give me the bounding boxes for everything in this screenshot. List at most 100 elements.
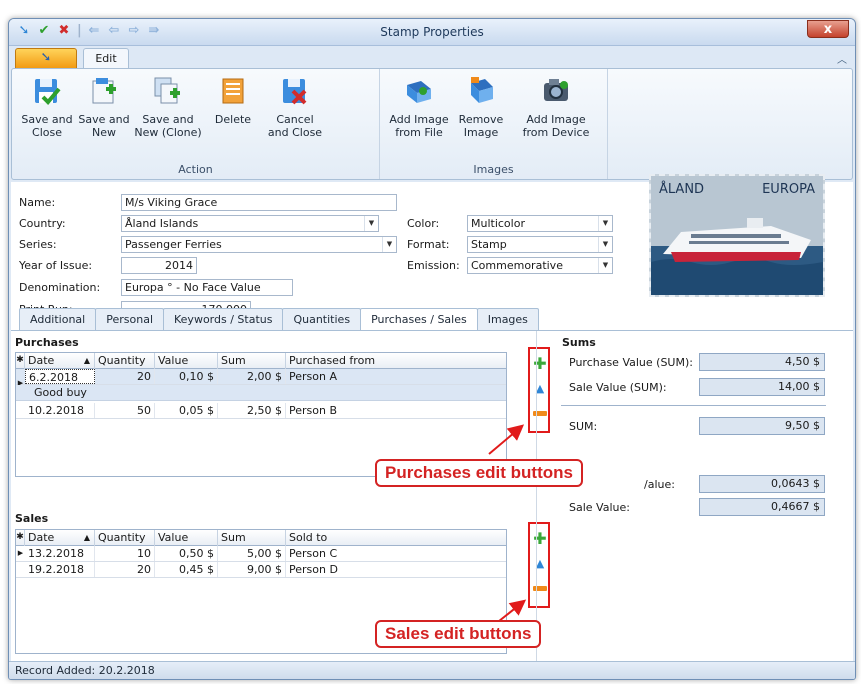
- color-label: Color:: [407, 217, 440, 230]
- sort-ascending-icon: ▲: [83, 356, 90, 365]
- save-and-close-button[interactable]: Save and Close: [20, 75, 74, 139]
- add-image-file-label-2: from File: [395, 126, 443, 139]
- tab-keywords-status[interactable]: Keywords / Status: [163, 308, 284, 330]
- purchase-note-row[interactable]: Good buy: [16, 385, 506, 401]
- average-purchase-value-label: /alue:: [644, 478, 675, 491]
- cancel-and-close-button[interactable]: Cancel and Close: [262, 75, 328, 139]
- sums-separator: [536, 331, 537, 665]
- add-image-from-file-button[interactable]: Add Image from File: [388, 75, 450, 139]
- purchases-sales-panel: Purchases ✱ Date ▲ Quantity Value Sum Pur…: [11, 330, 853, 665]
- table-row[interactable]: 19.2.2018 20 0,45 $ 9,00 $ Person D: [16, 562, 506, 578]
- sums-divider: [561, 405, 826, 406]
- chevron-down-icon[interactable]: ▼: [598, 216, 612, 231]
- sale-quantity-cell[interactable]: 10: [95, 546, 155, 561]
- delete-icon: [222, 78, 244, 104]
- purchase-date-cell[interactable]: 6.2.2018: [25, 369, 95, 384]
- average-purchase-value-field: 0,0643 $: [699, 475, 825, 493]
- name-field[interactable]: M/s Viking Grace: [121, 194, 397, 211]
- column-header-date[interactable]: Date ▲: [25, 353, 95, 369]
- sale-sum-cell[interactable]: 5,00 $: [218, 546, 286, 561]
- column-header-date[interactable]: Date ▲: [25, 530, 95, 546]
- sale-party-cell[interactable]: Person D: [286, 562, 508, 577]
- purchase-value-cell[interactable]: 0,05 $: [155, 403, 218, 418]
- table-row[interactable]: ▶ 13.2.2018 10 0,50 $ 5,00 $ Person C: [16, 546, 506, 562]
- save-close-label-2: Close: [32, 126, 62, 139]
- add-image-device-label-2: from Device: [522, 126, 590, 139]
- sale-date-cell[interactable]: 19.2.2018: [25, 562, 95, 577]
- sort-ascending-icon: ▲: [83, 533, 90, 542]
- remove-image-label-1: Remove: [458, 113, 504, 126]
- application-menu-button[interactable]: ➘: [15, 48, 77, 68]
- tab-personal[interactable]: Personal: [95, 308, 164, 330]
- sale-value-cell[interactable]: 0,50 $: [155, 546, 218, 561]
- sales-title: Sales: [15, 512, 49, 525]
- chevron-down-icon[interactable]: ▼: [364, 216, 378, 231]
- sale-party-cell[interactable]: Person C: [286, 546, 508, 561]
- save-and-new-clone-button[interactable]: Save and New (Clone): [134, 75, 202, 139]
- status-bar: Record Added: 20.2.2018: [9, 661, 855, 679]
- ribbon-tab-row: ➘ Edit ︿: [9, 46, 855, 69]
- purchase-quantity-cell[interactable]: 20: [95, 369, 155, 384]
- purchase-date-cell[interactable]: 10.2.2018: [25, 403, 95, 418]
- tab-images[interactable]: Images: [476, 308, 539, 330]
- column-header-quantity[interactable]: Quantity: [95, 530, 155, 546]
- add-image-device-label-1: Add Image: [526, 113, 586, 126]
- table-row[interactable]: ▶ 6.2.2018 20 0,10 $ 2,00 $ Person A: [16, 369, 508, 387]
- tab-purchases-sales[interactable]: Purchases / Sales: [360, 308, 478, 331]
- save-clone-icon: [154, 77, 180, 104]
- purchase-sum-cell[interactable]: 2,00 $: [218, 369, 286, 384]
- country-value: Åland Islands: [125, 217, 199, 230]
- new-row-icon: ✱: [16, 353, 25, 369]
- color-select[interactable]: Multicolor ▼: [467, 215, 613, 232]
- purchase-party-cell[interactable]: Person A: [286, 369, 508, 384]
- column-header-purchased-from[interactable]: Purchased from: [286, 353, 508, 369]
- title-bar: ➘ ✔ ✖ | ⇐ ⇦ ⇨ ⇛ Stamp Properties x: [9, 19, 855, 46]
- remove-image-icon: [471, 77, 493, 103]
- purchase-quantity-cell[interactable]: 50: [95, 403, 155, 418]
- save-and-new-button[interactable]: Save and New: [78, 75, 130, 139]
- cancel-close-label-1: Cancel: [276, 113, 314, 126]
- chevron-down-icon[interactable]: ▼: [382, 237, 396, 252]
- column-header-sold-to[interactable]: Sold to: [286, 530, 508, 546]
- year-of-issue-label: Year of Issue:: [19, 259, 93, 272]
- tab-edit[interactable]: Edit: [83, 48, 129, 69]
- save-clone-label-1: Save and: [142, 113, 194, 126]
- purchase-sum-cell[interactable]: 2,50 $: [218, 403, 286, 418]
- column-header-value[interactable]: Value: [155, 353, 218, 369]
- chevron-down-icon[interactable]: ▼: [598, 258, 612, 273]
- sale-value-cell[interactable]: 0,45 $: [155, 562, 218, 577]
- cancel-close-label-2: and Close: [267, 126, 323, 139]
- ribbon-collapse-icon[interactable]: ︿: [837, 51, 847, 66]
- tab-quantities[interactable]: Quantities: [282, 308, 362, 330]
- table-row[interactable]: 10.2.2018 50 0,05 $ 2,50 $ Person B: [16, 403, 506, 419]
- column-header-sum[interactable]: Sum: [218, 353, 286, 369]
- sale-date-cell[interactable]: 13.2.2018: [25, 546, 95, 561]
- tab-additional[interactable]: Additional: [19, 308, 97, 330]
- country-select[interactable]: Åland Islands ▼ ···: [121, 215, 379, 232]
- new-row-icon: ✱: [16, 530, 25, 546]
- sale-quantity-cell[interactable]: 20: [95, 562, 155, 577]
- delete-button[interactable]: Delete: [208, 75, 258, 126]
- ribbon-group-action: Save and Close Save and New Save and New…: [12, 69, 380, 179]
- column-header-value[interactable]: Value: [155, 530, 218, 546]
- sale-sum-cell[interactable]: 9,00 $: [218, 562, 286, 577]
- format-select[interactable]: Stamp ▼: [467, 236, 613, 253]
- record-added-status: Record Added: 20.2.2018: [15, 664, 155, 677]
- column-header-quantity[interactable]: Quantity: [95, 353, 155, 369]
- purchase-value-cell[interactable]: 0,10 $: [155, 369, 218, 384]
- window-close-button[interactable]: x: [807, 20, 849, 38]
- column-header-sum[interactable]: Sum: [218, 530, 286, 546]
- add-image-from-device-button[interactable]: Add Image from Device: [520, 75, 592, 139]
- sum-label: SUM:: [569, 420, 598, 433]
- series-value: Passenger Ferries: [125, 238, 222, 251]
- arrow-icon: ➘: [40, 50, 52, 65]
- series-select[interactable]: Passenger Ferries ▼: [121, 236, 397, 253]
- stamp-image[interactable]: ÅLAND EUROPA: [649, 174, 825, 297]
- emission-select[interactable]: Commemorative ▼: [467, 257, 613, 274]
- remove-image-button[interactable]: Remove Image: [456, 75, 506, 139]
- purchase-party-cell[interactable]: Person B: [286, 403, 508, 418]
- chevron-down-icon[interactable]: ▼: [598, 237, 612, 252]
- year-of-issue-field[interactable]: 2014: [121, 257, 197, 274]
- sale-value-sum-label: Sale Value (SUM):: [569, 381, 667, 394]
- denomination-field[interactable]: Europa ° - No Face Value: [121, 279, 293, 296]
